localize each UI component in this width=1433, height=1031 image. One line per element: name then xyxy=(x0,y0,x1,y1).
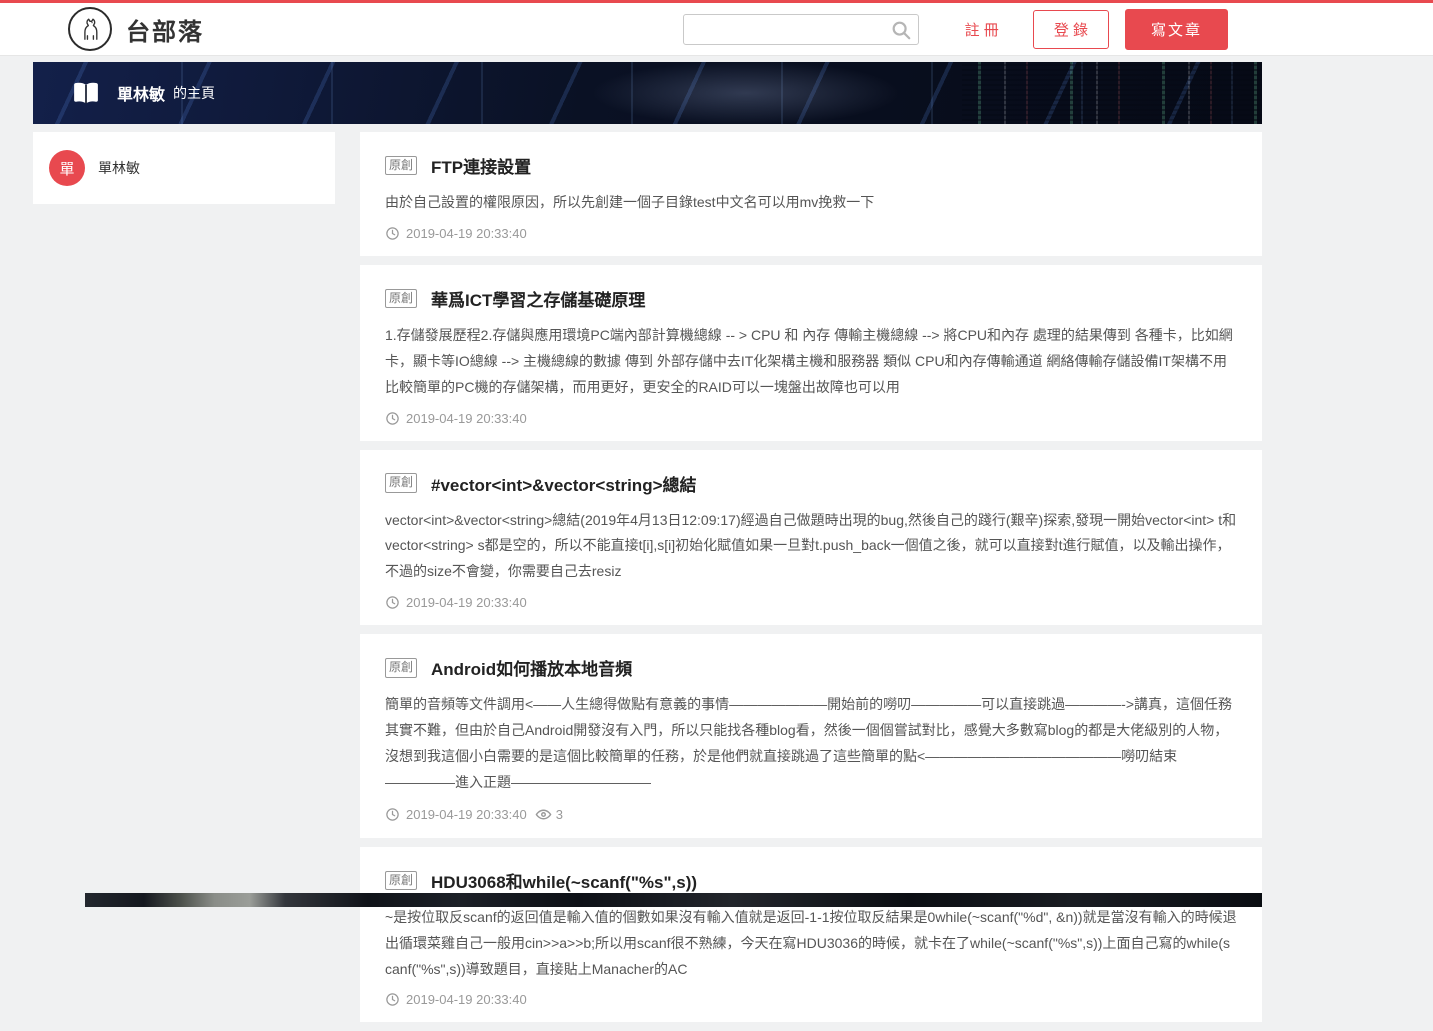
original-tag: 原創 xyxy=(385,870,418,891)
profile-banner: 單林敏 的主頁 xyxy=(33,62,1262,124)
article-date: 2019-04-19 20:33:40 xyxy=(406,225,527,241)
article-excerpt: 簡單的音頻等文件調用<——人生總得做點有意義的事情———————開始前的嘮叨——… xyxy=(385,696,1233,790)
original-tag: 原創 xyxy=(385,473,418,493)
register-link[interactable]: 註 冊 xyxy=(965,19,999,40)
article-header: 原創 華爲ICT學習之存儲基礎原理 xyxy=(385,286,1237,311)
view-counter: 3 xyxy=(535,806,563,823)
clock-icon xyxy=(385,226,400,241)
search-input[interactable] xyxy=(684,15,883,43)
article-meta: 2019-04-19 20:33:40 xyxy=(385,411,1237,426)
original-tag: 原創 xyxy=(385,657,418,678)
article-card: 原創 HDU3068和while(~scanf("%s",s)) ~是按位取反s… xyxy=(360,846,1262,1023)
article-excerpt: vector<int>&vector<string>總結(2019年4月13日1… xyxy=(385,511,1237,580)
clock-icon xyxy=(385,411,400,426)
article-card: 原創 FTP連接設置 由於自己設置的權限原因，所以先創建一個子目錄test中文名… xyxy=(360,132,1262,256)
article-card: 原創 Android如何播放本地音頻 簡單的音頻等文件調用<——人生總得做點有意… xyxy=(360,634,1262,838)
article-title[interactable]: HDU3068和while(~scanf("%s",s)) xyxy=(431,868,697,893)
article-title[interactable]: 華爲ICT學習之存儲基礎原理 xyxy=(431,286,645,311)
article-title[interactable]: FTP連接設置 xyxy=(431,153,531,178)
article-date: 2019-04-19 20:33:40 xyxy=(406,992,527,1008)
site-brand[interactable]: 台部落 xyxy=(68,7,204,51)
user-card[interactable]: 單 單林敏 xyxy=(33,132,335,204)
article-date: 2019-04-19 20:33:40 xyxy=(406,806,527,822)
article-date: 2019-04-19 20:33:40 xyxy=(406,595,527,611)
article-date: 2019-04-19 20:33:40 xyxy=(406,410,527,426)
header: 台部落 註 冊 登 錄 寫文章 xyxy=(0,3,1433,56)
matrix-background-decoration xyxy=(962,62,1262,124)
search-icon[interactable] xyxy=(890,19,912,41)
profile-name: 單林敏 xyxy=(117,87,166,104)
article-excerpt: 1.存儲發展歷程2.存儲與應用環境PC端內部計算機總線 -- > CPU 和 內… xyxy=(385,326,1233,395)
original-tag: 原創 xyxy=(385,155,418,176)
header-actions: 註 冊 登 錄 寫文章 xyxy=(682,8,1228,50)
eye-icon xyxy=(535,806,552,823)
search-box xyxy=(682,13,919,45)
article-meta: 2019-04-19 20:33:40 xyxy=(385,992,1237,1007)
article-card: 原創 華爲ICT學習之存儲基礎原理 1.存儲發展歷程2.存儲與應用環境PC端內部… xyxy=(360,264,1262,441)
bottom-banner xyxy=(85,893,1262,907)
article-card: 原創 #vector<int>&vector<string>總結 vector<… xyxy=(360,449,1262,626)
original-tag: 原創 xyxy=(385,288,418,309)
llama-logo-icon[interactable] xyxy=(68,7,112,51)
clock-icon xyxy=(385,992,400,1007)
article-excerpt: ~是按位取反scanf的返回值是輸入值的個數如果沒有輸入值就是返回-1-1按位取… xyxy=(385,908,1237,977)
clock-icon xyxy=(385,807,400,822)
article-header: 原創 FTP連接設置 xyxy=(385,153,1237,178)
article-title[interactable]: Android如何播放本地音頻 xyxy=(431,655,632,680)
article-title[interactable]: #vector<int>&vector<string>總結 xyxy=(431,471,696,496)
sidebar: 單 單林敏 xyxy=(33,132,335,204)
book-icon xyxy=(70,78,102,108)
profile-subtitle: 的主頁 xyxy=(173,85,216,101)
article-meta: 2019-04-19 20:33:40 3 xyxy=(385,806,1237,823)
clock-icon xyxy=(385,595,400,610)
article-header: 原創 Android如何播放本地音頻 xyxy=(385,655,1237,680)
write-article-button[interactable]: 寫文章 xyxy=(1124,8,1228,50)
user-name[interactable]: 單林敏 xyxy=(98,158,140,178)
article-header: 原創 HDU3068和while(~scanf("%s",s)) xyxy=(385,868,1237,893)
view-count: 3 xyxy=(555,806,563,822)
article-header: 原創 #vector<int>&vector<string>總結 xyxy=(385,471,1237,496)
site-title[interactable]: 台部落 xyxy=(126,12,204,47)
article-meta: 2019-04-19 20:33:40 xyxy=(385,595,1237,610)
login-button[interactable]: 登 錄 xyxy=(1032,9,1109,49)
article-excerpt: 由於自己設置的權限原因，所以先創建一個子目錄test中文名可以用mv挽救一下 xyxy=(385,194,875,210)
article-meta: 2019-04-19 20:33:40 xyxy=(385,226,1237,241)
avatar[interactable]: 單 xyxy=(49,150,85,186)
